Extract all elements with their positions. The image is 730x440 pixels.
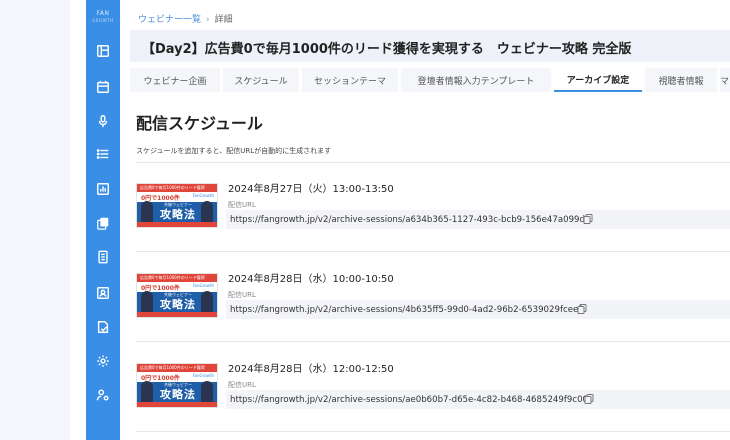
sidebar: FAN GROWTH: [86, 0, 120, 440]
tab-speaker-template[interactable]: 登壇者情報入力テンプレート: [401, 68, 551, 92]
archive-url[interactable]: https://fangrowth.jp/v2/archive-sessions…: [230, 395, 588, 405]
nav-item-company[interactable]: [86, 246, 120, 268]
page-title: 【Day2】広告費0で毎月1000件のリード獲得を実現する ウェビナー攻略 完全…: [142, 42, 632, 57]
thumb-main-text: 攻略法: [160, 388, 196, 401]
thumb-brand: FanGrowth: [192, 373, 214, 378]
webinar-thumbnail: 広告費0で毎月1000件のリード獲得 0円で1000件 FanGrowth 共催…: [136, 363, 218, 408]
background-panel: [0, 0, 70, 440]
page-title-bar: 【Day2】広告費0で毎月1000件のリード獲得を実現する ウェビナー攻略 完全…: [130, 30, 730, 62]
url-label: 配信URL: [228, 201, 256, 209]
users-settings-icon: [96, 389, 109, 401]
speaker-photo: [201, 201, 213, 223]
tab-archive-settings[interactable]: アーカイブ設定: [554, 68, 642, 92]
document-check-icon: [97, 321, 109, 333]
thumb-top-text: 広告費0で毎月1000件のリード獲得: [140, 185, 205, 190]
breadcrumb: ウェビナー一覧 › 詳細: [138, 12, 233, 25]
schedule-datetime: 2024年8月28日（水）10:00-10:50: [228, 274, 394, 285]
webinar-thumbnail: 広告費0で毎月1000件のリード獲得 0円で1000件 FanGrowth 共催…: [136, 273, 218, 318]
divider: [136, 162, 730, 163]
building-icon: [98, 250, 108, 264]
calendar-icon: [97, 80, 109, 93]
tab-session-theme[interactable]: セッションテーマ: [302, 68, 398, 92]
speaker-photo: [201, 291, 213, 313]
chart-icon: [97, 183, 109, 195]
nav-item-user-settings[interactable]: [86, 384, 120, 406]
app-logo[interactable]: FAN GROWTH: [86, 10, 120, 23]
nav-item-analytics[interactable]: [86, 178, 120, 200]
webinar-thumbnail: 広告費0で毎月1000件のリード獲得 0円で1000件 FanGrowth 共催…: [136, 183, 218, 228]
schedule-row: 広告費0で毎月1000件のリード獲得 0円で1000件 FanGrowth 共催…: [136, 178, 730, 238]
section-note: スケジュールを追加すると、配信URLが自動的に生成されます: [136, 147, 332, 155]
nav-item-contacts[interactable]: [86, 282, 120, 304]
thumb-brand: FanGrowth: [192, 193, 214, 198]
microphone-icon: [98, 115, 108, 128]
schedule-datetime: 2024年8月28日（水）12:00-12:50: [228, 364, 394, 375]
main-content: ウェビナー一覧 › 詳細 【Day2】広告費0で毎月1000件のリード獲得を実現する…: [120, 0, 730, 440]
url-field[interactable]: https://fangrowth.jp/v2/archive-sessions…: [226, 300, 730, 319]
archive-url[interactable]: https://fangrowth.jp/v2/archive-sessions…: [230, 215, 590, 225]
thumb-main-text: 攻略法: [160, 208, 196, 221]
nav-item-list[interactable]: [86, 143, 120, 165]
tab-webinar-plan[interactable]: ウェビナー企画: [130, 68, 220, 92]
side-panel-edge: [70, 0, 86, 440]
url-label: 配信URL: [228, 291, 256, 299]
nav-item-documents[interactable]: [86, 316, 120, 338]
divider: [136, 431, 730, 432]
schedule-row: 広告費0で毎月1000件のリード獲得 0円で1000件 FanGrowth 共催…: [136, 268, 730, 328]
copy-icon[interactable]: [583, 393, 595, 405]
settings-icon: [97, 355, 109, 367]
url-label: 配信URL: [228, 381, 256, 389]
nav-item-speaker[interactable]: [86, 110, 120, 132]
breadcrumb-separator: ›: [206, 15, 210, 25]
nav-item-dashboard[interactable]: [86, 40, 120, 62]
speaker-photo: [141, 201, 153, 223]
logo-subtext: GROWTH: [92, 18, 114, 23]
thumb-brand: FanGrowth: [192, 283, 214, 288]
divider: [136, 341, 730, 342]
speaker-photo: [141, 381, 153, 403]
thumb-top-text: 広告費0で毎月1000件のリード獲得: [140, 365, 205, 370]
contact-card-icon: [97, 287, 109, 299]
schedule-row: 広告費0で毎月1000件のリード獲得 0円で1000件 FanGrowth 共催…: [136, 358, 730, 418]
thumb-top-text: 広告費0で毎月1000件のリード獲得: [140, 275, 205, 280]
section-title: 配信スケジュール: [136, 114, 263, 133]
copy-icon[interactable]: [576, 303, 588, 315]
archive-url[interactable]: https://fangrowth.jp/v2/archive-sessions…: [230, 305, 581, 315]
url-field[interactable]: https://fangrowth.jp/v2/archive-sessions…: [226, 390, 730, 409]
tab-schedule[interactable]: スケジュール: [223, 68, 299, 92]
tab-more[interactable]: マ: [720, 68, 730, 92]
breadcrumb-current: 詳細: [214, 15, 233, 25]
copy-icon: [97, 217, 109, 230]
speaker-photo: [141, 291, 153, 313]
list-icon: [96, 149, 109, 159]
breadcrumb-webinar-list[interactable]: ウェビナー一覧: [138, 15, 201, 25]
divider: [136, 251, 730, 252]
nav-item-copy[interactable]: [86, 212, 120, 234]
nav-item-calendar[interactable]: [86, 76, 120, 98]
dashboard-icon: [97, 45, 109, 57]
schedule-datetime: 2024年8月27日（火）13:00-13:50: [228, 184, 394, 195]
thumb-main-text: 攻略法: [160, 298, 196, 311]
tab-bar: ウェビナー企画 スケジュール セッションテーマ 登壇者情報入力テンプレート アー…: [130, 66, 730, 92]
url-field[interactable]: https://fangrowth.jp/v2/archive-sessions…: [226, 210, 730, 229]
copy-icon[interactable]: [582, 213, 594, 225]
speaker-photo: [201, 381, 213, 403]
tab-viewer-info[interactable]: 視聴者情報: [645, 68, 717, 92]
logo-text: FAN: [96, 10, 110, 17]
nav-item-settings[interactable]: [86, 350, 120, 372]
